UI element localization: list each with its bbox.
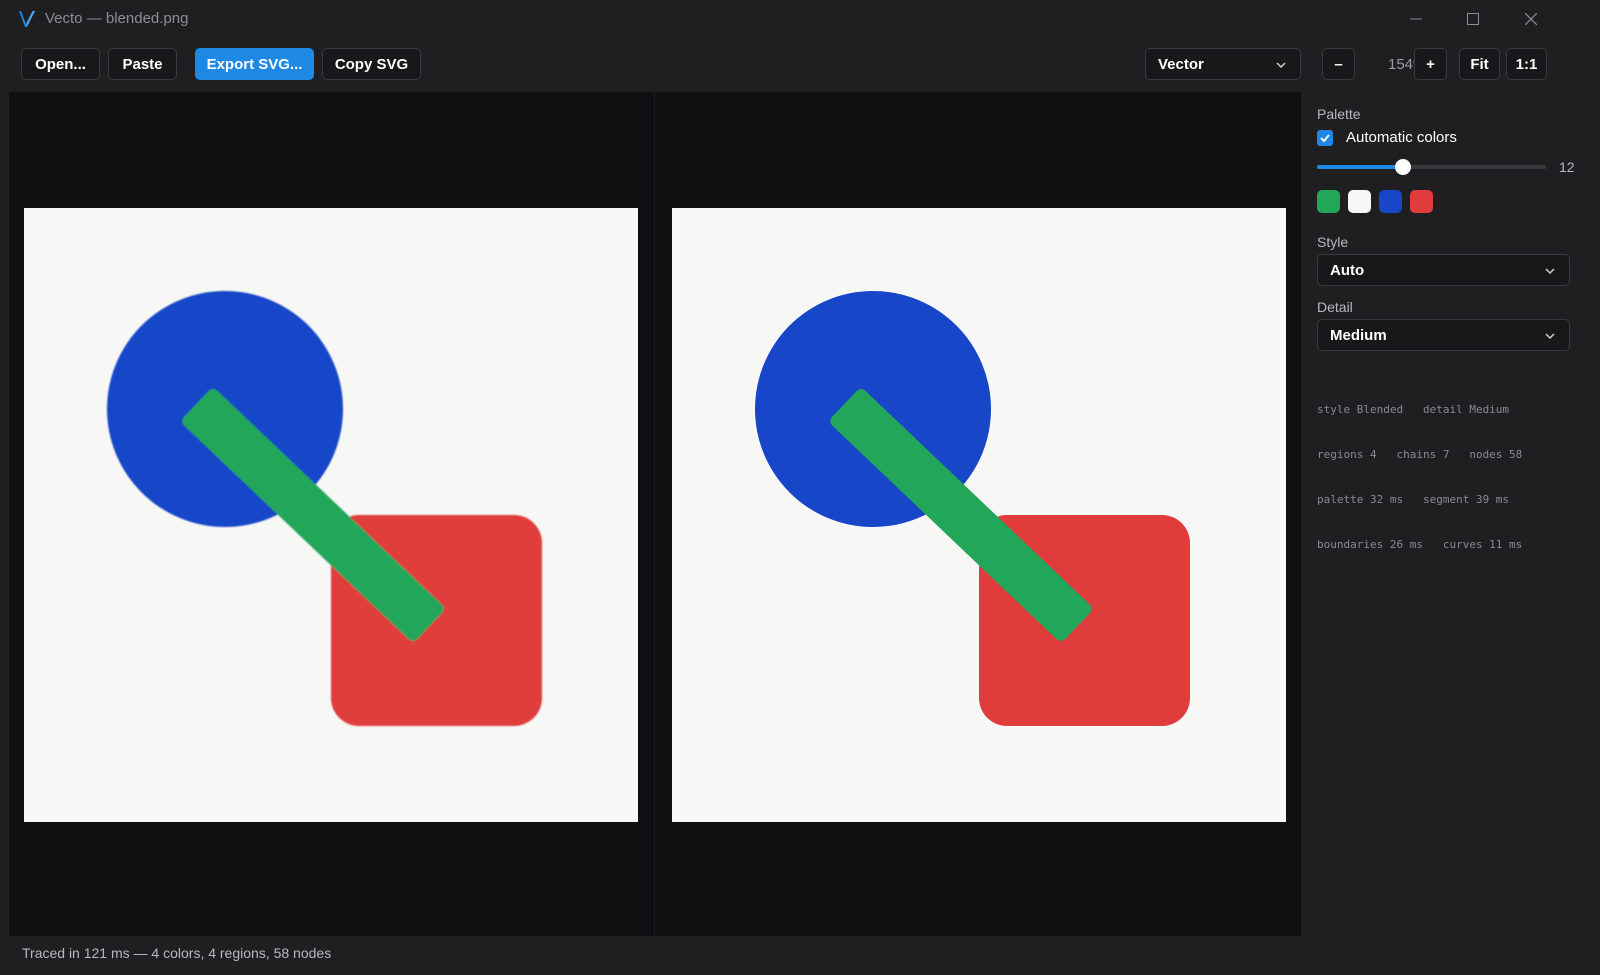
auto-colors-label[interactable]: Automatic colors: [1346, 129, 1457, 146]
palette-swatch[interactable]: [1410, 190, 1433, 213]
settings-panel: Palette Automatic colors 12 Style Auto D…: [1301, 92, 1591, 936]
chevron-down-icon: [1545, 333, 1555, 340]
palette-heading: Palette: [1317, 106, 1361, 122]
toolbar: Open... Paste Export SVG... Copy SVG Vec…: [0, 38, 1600, 92]
minimize-icon[interactable]: [1387, 0, 1445, 38]
style-value: Auto: [1330, 261, 1365, 279]
stats-line: boundaries 26 ms curves 11 ms: [1317, 538, 1523, 551]
style-select[interactable]: Auto: [1317, 254, 1570, 286]
stats-line: regions 4 chains 7 nodes 58: [1317, 448, 1523, 461]
maximize-icon[interactable]: [1444, 0, 1502, 38]
original-image: [107, 291, 542, 726]
stats-line: style Blended detail Medium: [1317, 403, 1510, 416]
stats-line: palette 32 ms segment 39 ms: [1317, 493, 1510, 506]
original-image-pane[interactable]: [24, 208, 638, 822]
palette-swatch[interactable]: [1348, 190, 1371, 213]
palette-swatch[interactable]: [1317, 190, 1340, 213]
detail-value: Medium: [1330, 326, 1387, 344]
fit-button[interactable]: Fit: [1459, 48, 1500, 80]
checkmark-icon: [1320, 134, 1330, 143]
status-text: Traced in 121 ms — 4 colors, 4 regions, …: [22, 945, 332, 961]
chevron-down-icon: [1276, 62, 1286, 69]
auto-colors-checkbox[interactable]: [1317, 130, 1333, 146]
color-count-value: 12: [1559, 159, 1575, 175]
title-bar: Vecto — blended.png: [0, 0, 1600, 38]
slider-thumb[interactable]: [1394, 159, 1411, 175]
window-bottom-edge: [0, 968, 1600, 975]
paste-button[interactable]: Paste: [108, 48, 177, 80]
status-bar: Traced in 121 ms — 4 colors, 4 regions, …: [9, 936, 1591, 968]
close-icon[interactable]: [1502, 0, 1560, 38]
pane-divider[interactable]: [654, 92, 655, 936]
chevron-down-icon: [1545, 268, 1555, 275]
trace-stats: style Blended detail Medium regions 4 ch…: [1317, 372, 1522, 582]
palette-swatch[interactable]: [1379, 190, 1402, 213]
view-mode-select[interactable]: Vector: [1145, 48, 1301, 80]
actual-size-button[interactable]: 1:1: [1506, 48, 1547, 80]
vector-image: [755, 291, 1190, 726]
slider-fill: [1317, 165, 1403, 169]
detail-select[interactable]: Medium: [1317, 319, 1570, 351]
export-svg-button[interactable]: Export SVG...: [195, 48, 314, 80]
vector-image-pane[interactable]: [672, 208, 1286, 822]
open-button[interactable]: Open...: [21, 48, 100, 80]
view-mode-value: Vector: [1158, 55, 1204, 73]
vecto-logo-icon: [19, 11, 35, 27]
detail-heading: Detail: [1317, 299, 1353, 315]
zoom-in-button[interactable]: +: [1414, 48, 1447, 80]
style-heading: Style: [1317, 234, 1349, 250]
color-count-slider[interactable]: [1317, 159, 1546, 175]
copy-svg-button[interactable]: Copy SVG: [322, 48, 421, 80]
window-title: Vecto — blended.png: [45, 10, 189, 27]
zoom-out-button[interactable]: –: [1322, 48, 1355, 80]
